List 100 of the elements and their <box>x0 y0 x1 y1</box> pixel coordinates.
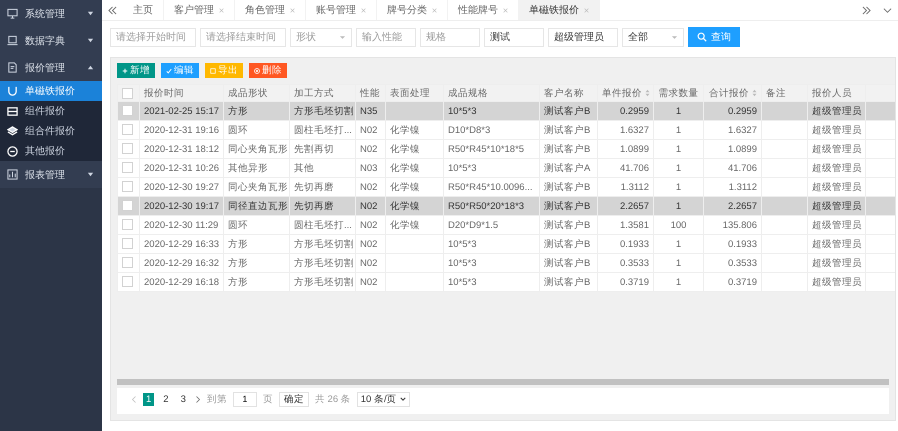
table-cell: 方形 <box>228 276 248 288</box>
table-cell: 超级管理员 <box>812 124 862 136</box>
table-cell: R50*R45*10.0096... <box>448 182 533 192</box>
menu-item[interactable]: 数据字典 <box>0 27 102 54</box>
table-row[interactable]: 2020-12-29 16:33 方形 方形毛坯切割 N02 10*5*3 测试客户B 0.1933 1 0.1933 超级管理员 <box>118 234 895 254</box>
close-icon[interactable] <box>584 8 589 12</box>
close-icon[interactable] <box>361 8 366 12</box>
layers-icon <box>7 126 18 136</box>
table-cell: 0.1933 <box>620 238 649 250</box>
table-cell: 化学镍 <box>390 144 420 154</box>
table-cell: 圆柱毛坯打... <box>294 124 352 136</box>
chevron-down-icon <box>400 396 406 402</box>
tab[interactable]: 角色管理 <box>235 0 306 20</box>
table-cell: 测试客户B <box>544 276 590 288</box>
square-icon <box>210 68 216 74</box>
close-icon[interactable] <box>290 8 295 12</box>
row-checkbox[interactable] <box>122 124 133 136</box>
table-cell: 测试客户B <box>544 238 590 250</box>
column-header: 表面处理 <box>386 84 444 102</box>
toolbar-button[interactable]: 删除 <box>249 63 287 78</box>
table-cell: 方形毛坯切割 <box>294 238 354 250</box>
table-row[interactable]: 2020-12-30 11:29 圆环 圆柱毛坯打... N02 化学镍 D20*D9*1.5 测试客户B 1.3581 100 135.806 超级管理员 <box>118 216 895 234</box>
filter-field[interactable]: 超级管理员 <box>548 28 618 46</box>
filter-select[interactable]: 全部 <box>622 28 684 46</box>
next-page-icon[interactable] <box>194 394 201 404</box>
row-checkbox[interactable] <box>122 162 133 174</box>
table-cell: 圆柱毛坯打... <box>294 220 352 230</box>
row-checkbox[interactable] <box>122 219 133 230</box>
row-checkbox[interactable] <box>122 238 133 250</box>
submenu-item[interactable]: 其他报价 <box>0 141 102 161</box>
tab[interactable]: 牌号分类 <box>377 0 448 20</box>
filter-field[interactable]: 输入性能 <box>356 28 416 46</box>
table-cell: 1 <box>676 124 682 136</box>
close-icon[interactable] <box>219 8 224 12</box>
previous-page-icon[interactable] <box>131 394 137 404</box>
submenu-item[interactable]: 单磁铁报价 <box>0 81 102 101</box>
sort-icon[interactable] <box>645 88 650 97</box>
table-cell: 2020-12-31 18:12 <box>144 144 220 154</box>
total-count: 共 26 条 <box>314 392 351 406</box>
table-cell: 0.3533 <box>728 258 757 268</box>
row-checkbox[interactable] <box>122 276 133 288</box>
menu-item[interactable]: 系统管理 <box>0 0 102 27</box>
page-size-select[interactable]: 10 条/页 <box>356 392 410 406</box>
submenu-item[interactable]: 组件报价 <box>0 101 102 121</box>
table-cell: 2.2657 <box>620 200 649 212</box>
table-row[interactable]: 2020-12-29 16:18 方形 方形毛坯切割 N02 10*5*3 测试客户B 0.3719 1 0.3719 超级管理员 <box>118 272 895 292</box>
table-row[interactable]: 2020-12-31 18:12 同心夹角瓦形 先割再切 N02 化学镍 R50*R45*10*18*5 测试客户B 1.0899 1 1.0899 超级管理员 <box>118 140 895 158</box>
row-checkbox[interactable] <box>122 105 133 116</box>
panel-icon <box>7 106 18 116</box>
check-icon <box>166 68 172 74</box>
table-cell: 1 <box>676 106 682 116</box>
table-cell: 2020-12-29 16:32 <box>144 258 220 268</box>
row-checkbox[interactable] <box>122 200 133 212</box>
tab[interactable]: 主页 <box>123 0 164 20</box>
table-row[interactable]: 2020-12-31 10:26 其他异形 其他 N03 化学镍 10*5*3 测试客户A 41.706 1 41.706 超级管理员 <box>118 158 895 178</box>
filter-field[interactable]: 测试 <box>484 28 544 46</box>
caret-icon <box>87 37 94 44</box>
table-cell: 0.3533 <box>620 258 649 268</box>
search-icon <box>697 32 707 42</box>
table-row[interactable]: 2020-12-29 16:32 方形 方形毛坯切割 N02 10*5*3 测试客户B 0.3533 1 0.3533 超级管理员 <box>118 254 895 272</box>
close-icon[interactable] <box>503 8 508 12</box>
table-cell: N02 <box>360 220 378 230</box>
page-number[interactable]: 3 <box>178 392 189 406</box>
table-cell: 同径直边瓦形 <box>228 200 288 212</box>
menu-item[interactable]: 报表管理 <box>0 161 102 188</box>
column-header: 成品形状 <box>224 84 290 102</box>
table-cell: 0.2959 <box>620 106 649 116</box>
sort-icon[interactable] <box>752 88 757 97</box>
horizontal-scrollbar[interactable] <box>117 379 889 385</box>
tab[interactable]: 单磁铁报价 <box>519 0 600 20</box>
filter-field[interactable]: 请选择开始时间 <box>110 28 196 46</box>
row-checkbox[interactable] <box>122 257 133 268</box>
close-icon[interactable] <box>432 8 437 12</box>
table-cell: 0.2959 <box>728 106 757 116</box>
table-row[interactable]: 2020-12-30 19:17 同径直边瓦形 先切再磨 N02 化学镍 R50*R50*20*18*3 测试客户B 2.2657 1 2.2657 超级管理员 <box>118 196 895 216</box>
table-cell: 10*5*3 <box>448 106 477 116</box>
table-cell: 其他 <box>294 162 314 174</box>
table-cell: N35 <box>360 106 378 116</box>
select-all-checkbox[interactable] <box>122 88 133 98</box>
filter-field[interactable]: 请选择结束时间 <box>200 28 286 46</box>
tab[interactable]: 客户管理 <box>164 0 235 20</box>
page-input[interactable]: 1 <box>232 392 257 406</box>
table-row[interactable]: 2020-12-31 19:16 圆环 圆柱毛坯打... N02 化学镍 D10*D8*3 测试客户B 1.6327 1 1.6327 超级管理员 <box>118 120 895 140</box>
toolbar-button[interactable]: 新增 <box>117 63 155 78</box>
submenu-item[interactable]: 组合件报价 <box>0 121 102 141</box>
page-number[interactable]: 1 <box>143 392 154 406</box>
confirm-button[interactable]: 确定 <box>278 392 309 406</box>
table-cell: 超级管理员 <box>812 238 862 250</box>
table-row[interactable]: 2021-02-25 15:17 方形 方形毛坯切割 N35 10*5*3 测试客户B 0.2959 1 0.2959 超级管理员 <box>118 102 895 120</box>
page-number[interactable]: 2 <box>160 392 172 406</box>
table-cell: 2020-12-31 10:26 <box>144 162 220 174</box>
column-header: 报价时间 <box>140 84 224 102</box>
tab[interactable]: 账号管理 <box>306 0 377 20</box>
filter-field[interactable]: 规格 <box>420 28 480 46</box>
menu-item[interactable]: 报价管理 <box>0 54 102 81</box>
row-checkbox[interactable] <box>122 143 133 154</box>
table-cell: 超级管理员 <box>812 106 862 116</box>
table-cell: 1 <box>676 144 682 154</box>
row-checkbox[interactable] <box>122 181 133 192</box>
table-cell: 41.706 <box>620 162 649 174</box>
